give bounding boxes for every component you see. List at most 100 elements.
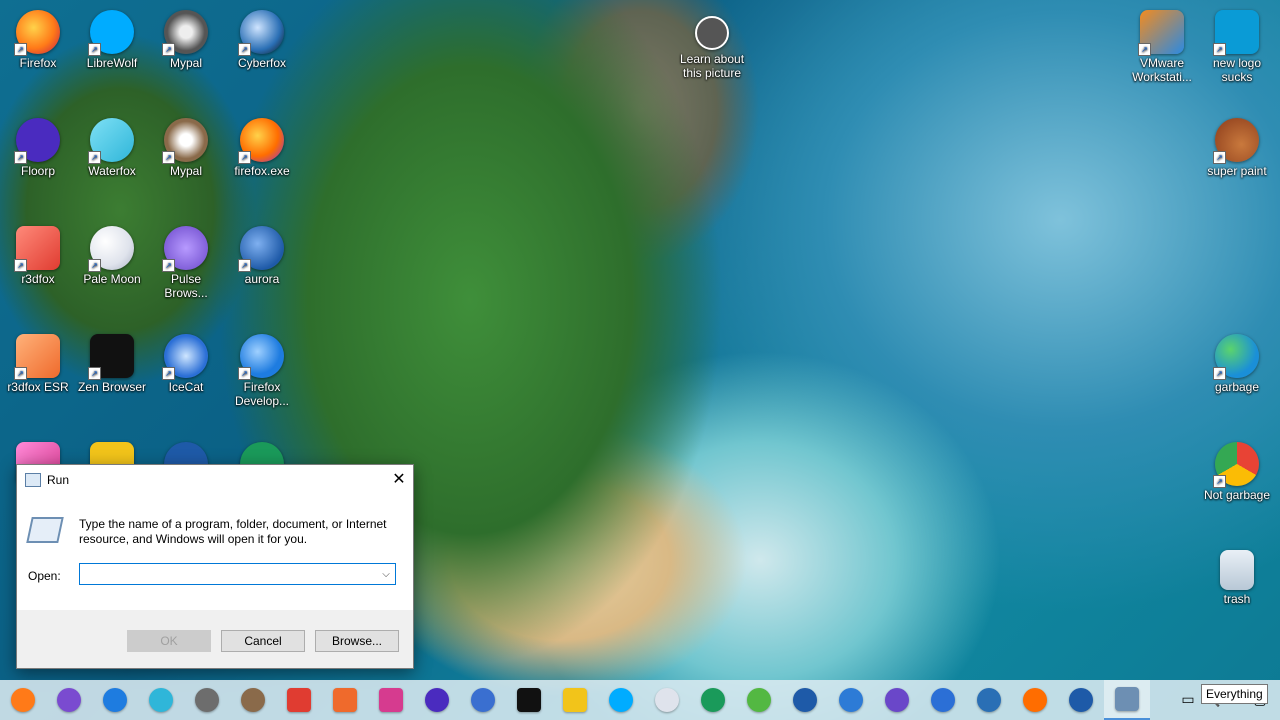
desktop-icon-r3dfox[interactable]: ↗ r3dfox <box>0 220 76 286</box>
desktop-icon-icecat[interactable]: ↗ IceCat <box>148 328 224 394</box>
taskbar-app-r3dfox[interactable] <box>276 680 322 720</box>
vmware-icon: ↗ <box>1138 10 1184 56</box>
waterfox-icon: ↗ <box>88 118 134 164</box>
desktop-icon-pale-moon[interactable]: ↗ Pale Moon <box>74 220 150 286</box>
open-label: Open: <box>28 569 61 583</box>
browse-button[interactable]: Browse... <box>315 630 399 652</box>
run-icon <box>1115 687 1139 711</box>
r3dfox-esr-icon <box>333 688 357 712</box>
taskbar-app-u-browser[interactable] <box>460 680 506 720</box>
kmeleon-icon <box>701 688 725 712</box>
firefox-icon: ↗ <box>238 118 284 164</box>
open-input[interactable] <box>80 565 377 583</box>
vmware-logo-icon: ↗ <box>1213 10 1259 56</box>
taskbar-app-firefox-2[interactable] <box>1012 680 1058 720</box>
mypal-raccoon-icon: ↗ <box>162 10 208 56</box>
desktop-icon-firefox-exe[interactable]: ↗ firefox.exe <box>224 112 300 178</box>
icecat-icon <box>931 688 955 712</box>
desktop-icon-mypal[interactable]: ↗ Mypal <box>148 4 224 70</box>
desktop-icon-r3dfox-esr[interactable]: ↗ r3dfox ESR <box>0 328 76 394</box>
pale-moon-icon <box>655 688 679 712</box>
taskbar-app-aurora[interactable] <box>782 680 828 720</box>
desktop-icon-vmware[interactable]: ↗ VMware Workstati... <box>1124 4 1200 84</box>
desktop-icon-super-paint[interactable]: ↗ super paint <box>1199 112 1275 178</box>
desktop-icon-new-logo-sucks[interactable]: ↗ new logo sucks <box>1199 4 1275 84</box>
taskbar-app-pale-moon[interactable] <box>644 680 690 720</box>
zen-browser-icon: ↗ <box>88 334 134 380</box>
taskbar-apps <box>0 680 1150 720</box>
desktop-icon-firefox[interactable]: ↗ Firefox <box>0 4 76 70</box>
run-dialog: Run ✕ Type the name of a program, folder… <box>16 464 414 669</box>
desktop-icon-trash[interactable]: trash <box>1199 544 1275 606</box>
tooltip-everything: Everything <box>1201 684 1268 704</box>
taskbar-app-run[interactable] <box>1104 680 1150 720</box>
run-description: Type the name of a program, folder, docu… <box>79 517 387 546</box>
taskbar-app-mypal[interactable] <box>184 680 230 720</box>
taskbar-app-midori[interactable] <box>368 680 414 720</box>
desktop-icon-zen-browser[interactable]: ↗ Zen Browser <box>74 328 150 394</box>
taskbar-app-r3dfox-esr[interactable] <box>322 680 368 720</box>
taskbar-app-m-browser[interactable] <box>552 680 598 720</box>
firefox-dev-icon <box>103 688 127 712</box>
taskbar-app-kmeleon[interactable] <box>690 680 736 720</box>
aurora-icon: ↗ <box>238 226 284 272</box>
taskbar-app-firefox-nightly[interactable] <box>46 680 92 720</box>
paint-palette-icon: ↗ <box>1213 118 1259 164</box>
floorp-icon <box>425 688 449 712</box>
taskbar-app-firefox[interactable] <box>0 680 46 720</box>
midori-icon <box>379 688 403 712</box>
camera-aperture-icon <box>695 16 729 50</box>
open-combobox[interactable]: ⌵ <box>79 563 396 585</box>
u-browser-icon <box>471 688 495 712</box>
ok-button[interactable]: OK <box>127 630 211 652</box>
desktop-icon-garbage[interactable]: ↗ garbage <box>1199 328 1275 394</box>
desktop-icon-pulse-browser[interactable]: ↗ Pulse Brows... <box>148 220 224 300</box>
mypal-2-icon <box>241 688 265 712</box>
desktop-icon-librewolf[interactable]: ↗ LibreWolf <box>74 4 150 70</box>
firefox-developer-icon: ↗ <box>238 334 284 380</box>
taskbar-app-chromium-like[interactable] <box>736 680 782 720</box>
desktop-icon-waterfox[interactable]: ↗ Waterfox <box>74 112 150 178</box>
taskbar-app-firefox-dev[interactable] <box>92 680 138 720</box>
taskbar-app-waterfox[interactable] <box>138 680 184 720</box>
taskbar-app-icecat[interactable] <box>920 680 966 720</box>
firefox-icon: ↗ <box>14 10 60 56</box>
desktop-icon-not-garbage[interactable]: ↗ Not garbage <box>1199 436 1275 502</box>
r3dfox-icon: ↗ <box>14 226 60 272</box>
r3dfox-icon <box>287 688 311 712</box>
cyberfox-icon <box>977 688 1001 712</box>
desktop-icon-aurora[interactable]: ↗ aurora <box>224 220 300 286</box>
taskbar-app-zen[interactable] <box>506 680 552 720</box>
firefox-2-icon <box>1023 688 1047 712</box>
taskbar-app-basilisk[interactable] <box>828 680 874 720</box>
firefox-icon <box>11 688 35 712</box>
recycle-bin-icon <box>1220 550 1254 590</box>
desktop-icon-learn-about-picture[interactable]: Learn about this picture <box>674 4 750 80</box>
taskbar-app-pulse[interactable] <box>874 680 920 720</box>
edge-icon: ↗ <box>1213 334 1259 380</box>
desktop-icon-floorp[interactable]: ↗ Floorp <box>0 112 76 178</box>
taskbar-app-floorp[interactable] <box>414 680 460 720</box>
basilisk-icon <box>839 688 863 712</box>
taskbar-app-librewolf[interactable] <box>598 680 644 720</box>
run-titlebar[interactable]: Run ✕ <box>17 465 413 495</box>
librewolf-icon <box>609 688 633 712</box>
window-icon[interactable]: ▭ <box>1179 691 1197 709</box>
taskbar-app-firefox-3[interactable] <box>1058 680 1104 720</box>
icecat-icon: ↗ <box>162 334 208 380</box>
taskbar-app-cyberfox[interactable] <box>966 680 1012 720</box>
desktop-icon-firefox-developer[interactable]: ↗ Firefox Develop... <box>224 328 300 408</box>
mypal-raccoon-icon: ↗ <box>162 118 208 164</box>
run-body: Type the name of a program, folder, docu… <box>17 495 413 609</box>
waterfox-icon <box>149 688 173 712</box>
pale-moon-icon: ↗ <box>88 226 134 272</box>
chevron-down-icon[interactable]: ⌵ <box>377 569 395 580</box>
desktop-icon-mypal-2[interactable]: ↗ Mypal <box>148 112 224 178</box>
mypal-icon <box>195 688 219 712</box>
r3dfox-esr-icon: ↗ <box>14 334 60 380</box>
cancel-button[interactable]: Cancel <box>221 630 305 652</box>
close-icon[interactable]: ✕ <box>385 466 413 494</box>
firefox-3-icon <box>1069 688 1093 712</box>
taskbar-app-mypal-2[interactable] <box>230 680 276 720</box>
desktop-icon-cyberfox[interactable]: ↗ Cyberfox <box>224 4 300 70</box>
